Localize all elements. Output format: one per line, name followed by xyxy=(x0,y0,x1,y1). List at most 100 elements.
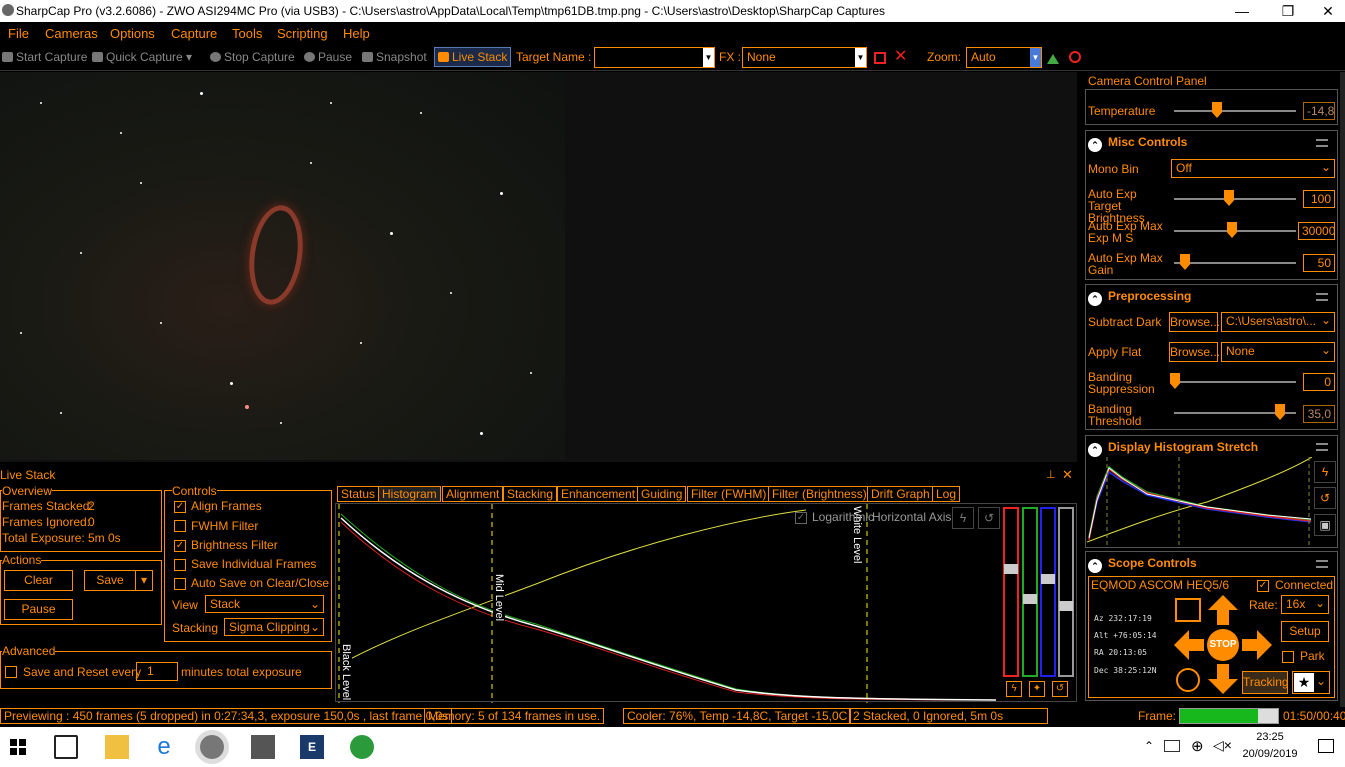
align-frames-checkbox[interactable]: ✓ xyxy=(174,501,186,513)
close-panel-icon[interactable]: ✕ xyxy=(1062,467,1073,483)
tab-stacking[interactable]: Stacking xyxy=(503,486,558,502)
tab-log[interactable]: Log xyxy=(932,486,961,502)
auto-save-checkbox[interactable] xyxy=(174,578,186,590)
save-individual-checkbox[interactable] xyxy=(174,559,186,571)
minimize-button[interactable]: — xyxy=(1219,0,1265,22)
fwhm-filter-checkbox[interactable] xyxy=(174,520,186,532)
menu-options[interactable]: Options xyxy=(110,26,155,41)
banding-suppression-value[interactable]: 0 xyxy=(1303,373,1335,391)
lightning-icon[interactable]: ϟ xyxy=(952,507,974,529)
auto-exp-gain-value[interactable]: 50 xyxy=(1303,254,1335,272)
save-reset-checkbox[interactable] xyxy=(5,666,17,678)
tab-filter-fwhm[interactable]: Filter (FWHM) xyxy=(687,486,771,502)
crosshair-target-icon[interactable] xyxy=(1176,668,1200,692)
sharpcap-task-icon[interactable] xyxy=(200,735,224,759)
apply-flat-browse-button[interactable]: Browse... xyxy=(1169,342,1220,362)
stacking-combo[interactable]: Sigma Clipping ⌄ xyxy=(224,618,324,636)
menu-icon[interactable] xyxy=(1316,139,1328,147)
tab-guiding[interactable]: Guiding xyxy=(637,486,687,502)
view-combo[interactable]: Stack ⌄ xyxy=(205,595,324,613)
preprocessing-header[interactable]: ⌃ Preprocessing xyxy=(1088,289,1191,306)
subtract-dark-browse-button[interactable]: Browse... xyxy=(1169,312,1220,332)
phd-guiding-icon[interactable] xyxy=(350,735,374,759)
auto-stretch-icon[interactable]: ϟ xyxy=(1006,681,1022,697)
banding-suppression-slider[interactable] xyxy=(1174,381,1296,383)
crosshair-icon[interactable]: ✕ xyxy=(894,49,907,65)
star-dropdown-button[interactable]: ★ ⌄ xyxy=(1292,671,1330,694)
auto-exp-target-slider[interactable] xyxy=(1174,198,1296,200)
lightning-icon[interactable]: ϟ xyxy=(1314,461,1336,483)
menu-file[interactable]: File xyxy=(8,26,29,41)
menu-cameras[interactable]: Cameras xyxy=(45,26,98,41)
menu-icon[interactable] xyxy=(1316,560,1328,568)
language-icon[interactable]: ⊕ xyxy=(1191,737,1204,755)
chevron-up-icon[interactable]: ⌃ xyxy=(1144,739,1154,753)
tab-drift-graph[interactable]: Drift Graph xyxy=(867,486,934,502)
maximize-button[interactable]: ❐ xyxy=(1265,0,1311,22)
auto-exp-target-value[interactable]: 100 xyxy=(1303,190,1335,208)
logarithmic-checkbox[interactable]: ✓ xyxy=(795,512,807,524)
notifications-icon[interactable] xyxy=(1318,739,1334,753)
mono-bin-combo[interactable]: Off ⌄ xyxy=(1171,159,1335,178)
reset-icon[interactable]: ↺ xyxy=(978,507,1000,529)
tab-filter-brightness[interactable]: Filter (Brightness) xyxy=(768,486,871,502)
pause-stack-button[interactable]: Pause xyxy=(4,599,73,620)
zoom-combo[interactable]: Auto ▼ xyxy=(966,47,1042,68)
focus-icon[interactable] xyxy=(1069,51,1081,63)
temperature-slider[interactable] xyxy=(1174,110,1296,112)
brightness-filter-checkbox[interactable]: ✓ xyxy=(174,540,186,552)
tab-alignment[interactable]: Alignment xyxy=(442,486,504,502)
tab-histogram[interactable]: Histogram xyxy=(378,486,441,502)
tracking-button[interactable]: Tracking xyxy=(1242,671,1289,694)
stop-capture-button[interactable]: Stop Capture xyxy=(210,50,295,64)
green-level-slider[interactable] xyxy=(1022,507,1038,677)
tab-status[interactable]: Status xyxy=(337,486,380,502)
rate-combo[interactable]: 16x ⌄ xyxy=(1281,595,1329,614)
park-checkbox[interactable] xyxy=(1282,651,1294,663)
app-icon[interactable] xyxy=(251,735,275,759)
reset-levels-icon[interactable]: ↺ xyxy=(1052,681,1068,697)
close-button[interactable]: ✕ xyxy=(1311,0,1345,22)
red-level-slider[interactable] xyxy=(1003,507,1019,677)
network-icon[interactable] xyxy=(1164,740,1180,752)
edge-icon[interactable]: e xyxy=(152,735,176,759)
menu-capture[interactable]: Capture xyxy=(171,26,217,41)
setup-button[interactable]: Setup xyxy=(1281,621,1329,642)
menu-help[interactable]: Help xyxy=(343,26,370,41)
capture-viewport[interactable] xyxy=(0,72,1077,462)
target-name-combo[interactable]: ▼ xyxy=(594,47,715,68)
quick-capture-button[interactable]: Quick Capture ▾ xyxy=(92,50,192,64)
live-stack-button[interactable]: Live Stack xyxy=(434,47,512,67)
clear-button[interactable]: Clear xyxy=(4,570,73,591)
eqmod-icon[interactable]: E xyxy=(300,735,324,759)
auto-exp-gain-slider[interactable] xyxy=(1174,262,1296,264)
fx-combo[interactable]: None ▼ xyxy=(742,47,867,68)
clock-time[interactable]: 23:25 xyxy=(1242,731,1298,743)
sparkle-icon[interactable]: ✦ xyxy=(1029,681,1045,697)
task-view-icon[interactable] xyxy=(54,735,78,759)
pin-icon[interactable]: ⊥ xyxy=(1046,468,1056,481)
misc-controls-header[interactable]: ⌃ Misc Controls xyxy=(1088,135,1187,152)
file-explorer-icon[interactable] xyxy=(105,735,129,759)
save-icon[interactable]: ▣ xyxy=(1314,514,1336,536)
reset-icon[interactable]: ↺ xyxy=(1314,487,1336,509)
windows-start-icon[interactable] xyxy=(10,739,26,755)
volume-icon[interactable]: ◁× xyxy=(1213,737,1232,754)
stop-slew-button[interactable]: STOP xyxy=(1207,629,1239,661)
right-scrollbar[interactable] xyxy=(1340,72,1345,707)
histogram-stretch-header[interactable]: ⌃ Display Histogram Stretch xyxy=(1088,440,1258,457)
menu-icon[interactable] xyxy=(1316,293,1328,301)
scope-controls-header[interactable]: ⌃ Scope Controls xyxy=(1088,556,1197,573)
live-stack-histogram[interactable]: Black Level Mid Level White Level ✓ Loga… xyxy=(335,503,1077,703)
snapshot-button[interactable]: Snapshot xyxy=(362,50,427,64)
menu-icon[interactable] xyxy=(1316,443,1328,451)
clock-date[interactable]: 20/09/2019 xyxy=(1242,748,1298,760)
start-capture-button[interactable]: Start Capture xyxy=(2,50,87,64)
pause-button[interactable]: Pause xyxy=(304,50,352,64)
save-dropdown-button[interactable]: ▾ xyxy=(135,570,153,591)
reticle-icon[interactable] xyxy=(874,52,886,64)
tab-enhancement[interactable]: Enhancement xyxy=(557,486,640,502)
histogram-icon[interactable] xyxy=(1047,54,1059,64)
menu-scripting[interactable]: Scripting xyxy=(277,26,328,41)
luminance-level-slider[interactable] xyxy=(1058,507,1074,677)
